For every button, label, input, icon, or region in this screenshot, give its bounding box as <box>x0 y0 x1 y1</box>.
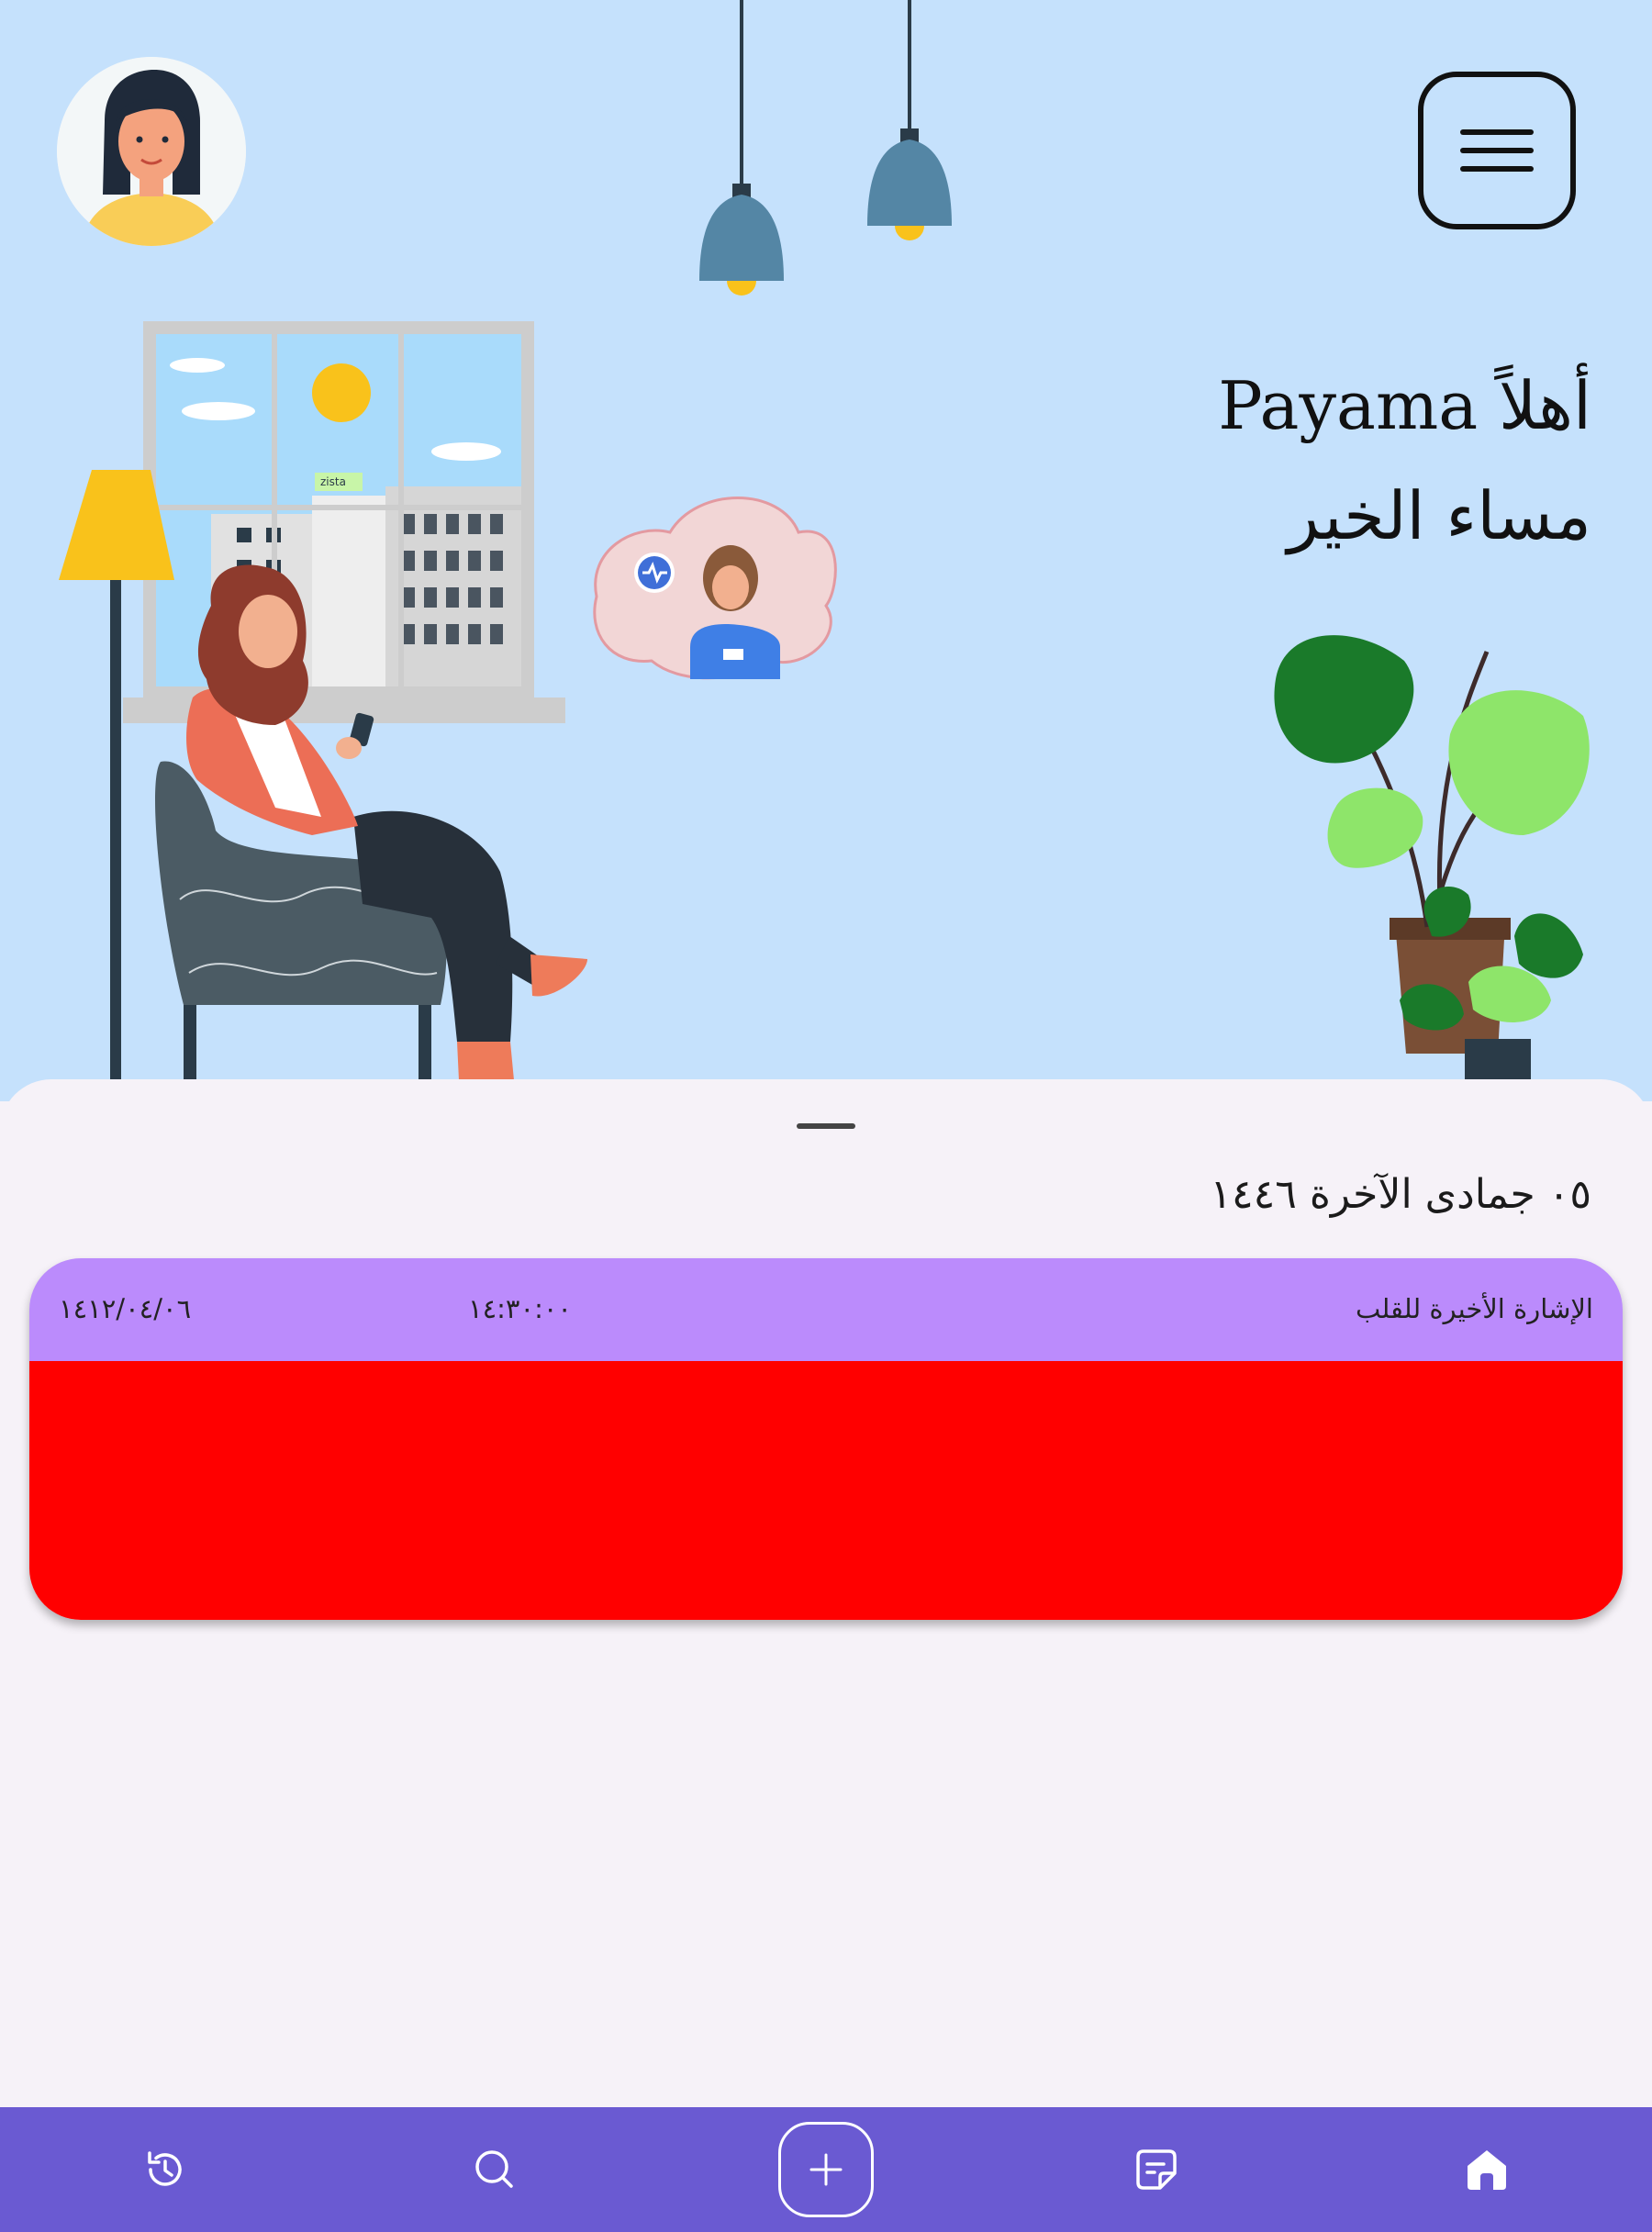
nav-search[interactable] <box>440 2107 550 2232</box>
nav-home[interactable] <box>1432 2107 1542 2232</box>
nav-history[interactable] <box>110 2107 220 2232</box>
user-avatar-icon <box>57 57 246 246</box>
add-icon <box>809 2153 843 2186</box>
nav-add-button[interactable] <box>778 2122 874 2217</box>
pendant-lamp-left <box>699 0 784 296</box>
card-date: ١٤١٢/٠٤/٠٦ <box>59 1293 192 1324</box>
menu-button[interactable] <box>1418 72 1576 229</box>
hamburger-menu-icon <box>1460 129 1534 172</box>
avatar[interactable] <box>57 57 246 246</box>
card-title: الإشارة الأخيرة للقلب <box>1355 1293 1593 1324</box>
bottom-sheet: ٠٥ جمادى الآخرة ١٤٤٦ الإشارة الأخيرة للق… <box>0 1079 1652 2107</box>
card-time: ١٤:٣٠:٠٠ <box>468 1293 572 1324</box>
thought-bubble <box>593 497 837 680</box>
nav-notes[interactable] <box>1101 2107 1211 2232</box>
history-icon <box>148 2151 182 2186</box>
potted-plant <box>1274 635 1590 1080</box>
window-sign-text: zista <box>320 475 346 488</box>
window-illustration <box>123 321 565 723</box>
greeting-time: مساء الخير <box>1287 477 1591 554</box>
home-icon <box>1468 2150 1506 2190</box>
hero-banner: zista أهلاً Payama مساء الخير <box>0 0 1652 1101</box>
search-icon <box>475 2150 513 2188</box>
note-icon <box>1136 2149 1177 2190</box>
heart-signal-card[interactable]: الإشارة الأخيرة للقلب ١٤:٣٠:٠٠ ١٤١٢/٠٤/٠… <box>29 1258 1623 1620</box>
hijri-date: ٠٥ جمادى الآخرة ١٤٤٦ <box>1210 1171 1591 1218</box>
pendant-lamp-right <box>867 0 952 240</box>
card-signal-area <box>29 1361 1623 1620</box>
sheet-drag-handle[interactable] <box>797 1123 855 1129</box>
bottom-navigation <box>0 2107 1652 2232</box>
greeting-name: أهلاً Payama <box>1218 367 1591 444</box>
card-header: الإشارة الأخيرة للقلب ١٤:٣٠:٠٠ ١٤١٢/٠٤/٠… <box>29 1258 1623 1361</box>
